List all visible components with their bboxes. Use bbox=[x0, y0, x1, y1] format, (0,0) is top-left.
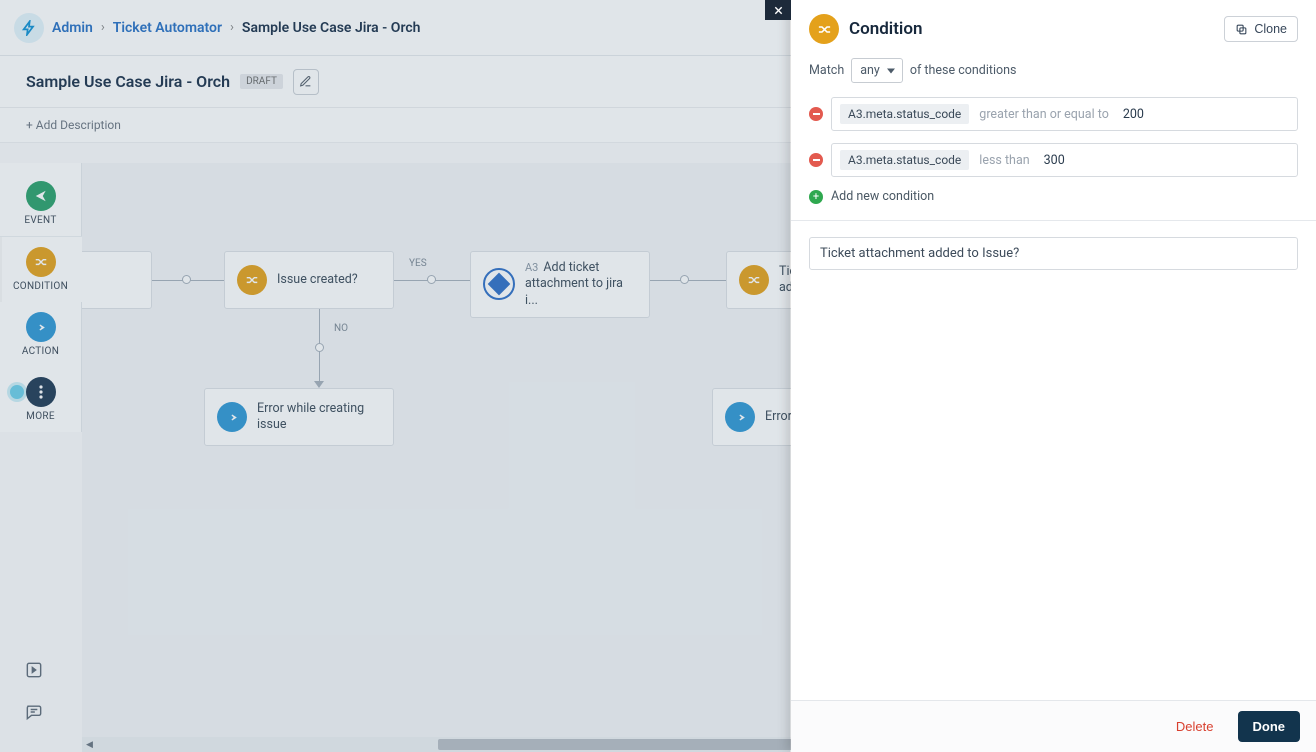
match-prefix-label: Match bbox=[809, 63, 844, 78]
condition-field-tag[interactable]: A3.meta.status_code bbox=[840, 104, 969, 124]
done-button[interactable]: Done bbox=[1238, 711, 1301, 742]
panel-title: Condition bbox=[849, 19, 922, 39]
panel-header: Condition Clone bbox=[791, 0, 1316, 58]
match-suffix-label: of these conditions bbox=[910, 63, 1017, 78]
panel-footer: Delete Done bbox=[791, 700, 1316, 752]
clone-button[interactable]: Clone bbox=[1224, 16, 1298, 42]
condition-operator[interactable]: less than bbox=[979, 153, 1029, 168]
clone-label: Clone bbox=[1254, 22, 1287, 36]
panel-divider bbox=[791, 220, 1316, 221]
condition-icon bbox=[809, 14, 839, 44]
add-condition-label: Add new condition bbox=[831, 189, 934, 204]
match-row: Match any of these conditions bbox=[809, 58, 1298, 83]
condition-box[interactable]: A3.meta.status_code greater than or equa… bbox=[831, 97, 1298, 131]
add-condition-button[interactable]: + Add new condition bbox=[809, 189, 1298, 204]
modal-scrim bbox=[0, 0, 790, 752]
condition-field-tag[interactable]: A3.meta.status_code bbox=[840, 150, 969, 170]
remove-condition-button[interactable] bbox=[809, 107, 823, 121]
condition-row: A3.meta.status_code greater than or equa… bbox=[809, 97, 1298, 131]
condition-value[interactable]: 200 bbox=[1123, 107, 1144, 122]
condition-operator[interactable]: greater than or equal to bbox=[979, 107, 1109, 122]
condition-row: A3.meta.status_code less than 300 bbox=[809, 143, 1298, 177]
close-panel-button[interactable] bbox=[765, 0, 791, 20]
condition-panel: Condition Clone Match any of these condi… bbox=[791, 0, 1316, 752]
condition-box[interactable]: A3.meta.status_code less than 300 bbox=[831, 143, 1298, 177]
condition-value[interactable]: 300 bbox=[1044, 153, 1065, 168]
condition-name-input[interactable]: Ticket attachment added to Issue? bbox=[809, 237, 1298, 270]
delete-button[interactable]: Delete bbox=[1170, 718, 1220, 735]
remove-condition-button[interactable] bbox=[809, 153, 823, 167]
clone-icon bbox=[1235, 23, 1248, 36]
match-mode-select[interactable]: any bbox=[851, 58, 903, 83]
panel-body: Match any of these conditions A3.meta.st… bbox=[791, 58, 1316, 700]
plus-icon: + bbox=[809, 190, 823, 204]
